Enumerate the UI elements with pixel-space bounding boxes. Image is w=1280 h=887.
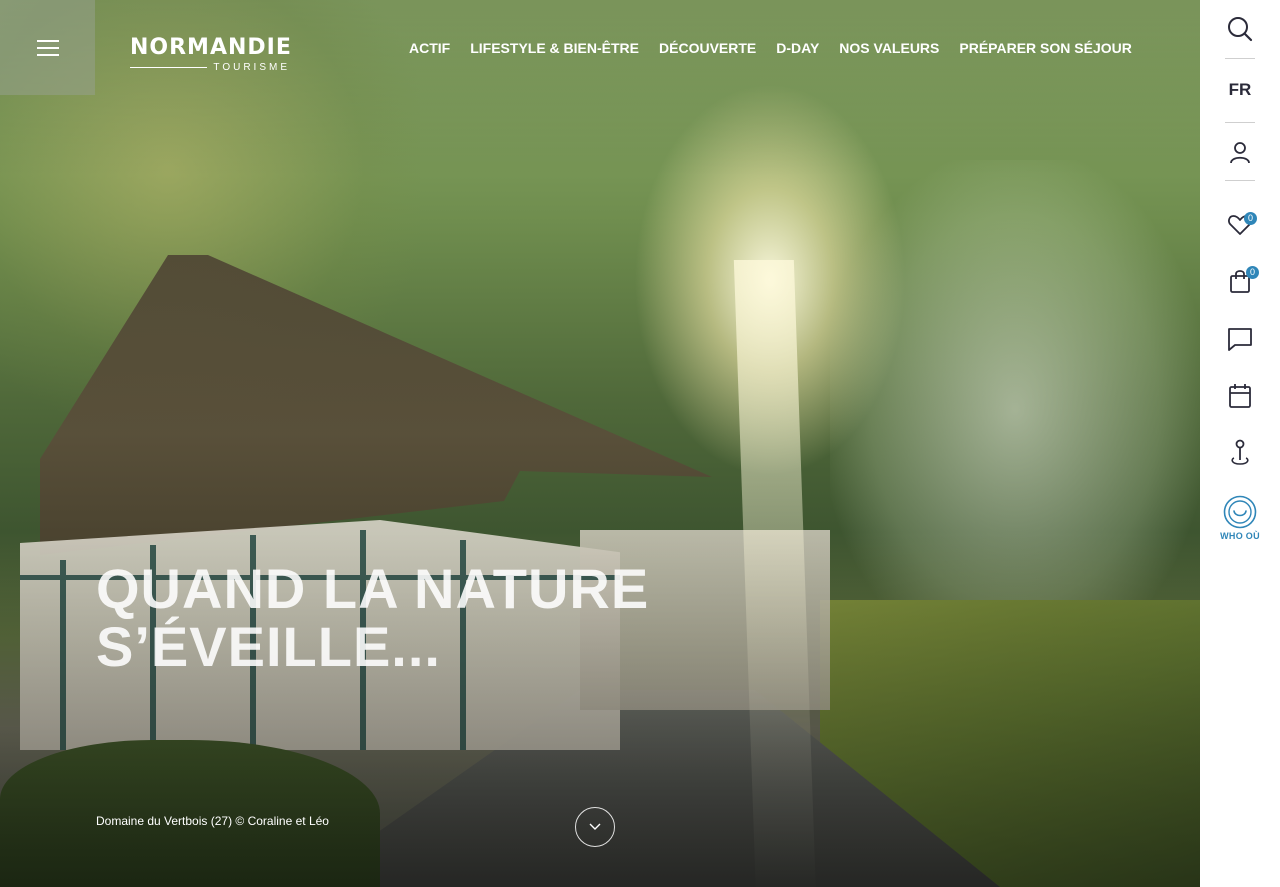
main-navigation: ACTIF LIFESTYLE & BIEN-ÊTRE DÉCOUVERTE D… bbox=[409, 40, 1132, 56]
chat-icon bbox=[1228, 328, 1252, 351]
hero-title-line2: S’ÉVEILLE... bbox=[96, 615, 441, 678]
normandie-tourisme-logo[interactable]: NORMANDIE TOURISME bbox=[130, 35, 292, 76]
logo-sub-row: TOURISME bbox=[130, 62, 290, 73]
language-selector[interactable]: FR bbox=[1200, 75, 1280, 105]
nav-item-decouverte[interactable]: DÉCOUVERTE bbox=[659, 40, 756, 56]
logo-main-text: NORMANDIE bbox=[130, 35, 292, 60]
logo-line bbox=[130, 67, 208, 68]
nav-item-nos-valeurs[interactable]: NOS VALEURS bbox=[839, 40, 939, 56]
nav-item-actif[interactable]: ACTIF bbox=[409, 40, 450, 56]
user-icon bbox=[1230, 142, 1250, 164]
separator bbox=[1225, 180, 1255, 181]
favorites-button[interactable]: 0 bbox=[1200, 208, 1280, 242]
location-button[interactable] bbox=[1200, 436, 1280, 470]
cart-count-badge: 0 bbox=[1246, 266, 1259, 279]
language-label: FR bbox=[1228, 80, 1252, 99]
hamburger-menu-icon[interactable] bbox=[36, 39, 59, 56]
whoou-icon bbox=[1223, 495, 1257, 529]
nav-item-lifestyle[interactable]: LIFESTYLE & BIEN-ÊTRE bbox=[470, 40, 639, 56]
hero-title-line1: QUAND LA NATURE bbox=[96, 557, 650, 620]
chat-button[interactable] bbox=[1200, 322, 1280, 356]
right-toolbar: FR 0 0 WHO OÙ bbox=[1200, 0, 1280, 887]
whoou-label: WHO OÙ bbox=[1220, 531, 1260, 541]
search-icon bbox=[1228, 17, 1253, 42]
nav-item-preparer-sejour[interactable]: PRÉPARER SON SÉJOUR bbox=[959, 40, 1131, 56]
cart-button[interactable]: 0 bbox=[1200, 264, 1280, 298]
separator bbox=[1225, 122, 1255, 123]
whoou-button[interactable]: WHO OÙ bbox=[1200, 492, 1280, 544]
scroll-down-button[interactable] bbox=[575, 807, 615, 847]
hero-title: QUAND LA NATURE S’ÉVEILLE... bbox=[96, 560, 649, 676]
account-button[interactable] bbox=[1200, 138, 1280, 168]
map-pin-icon bbox=[1231, 439, 1249, 465]
hero-background-image bbox=[0, 0, 1200, 887]
photo-credit: Domaine du Vertbois (27) © Coraline et L… bbox=[96, 814, 329, 828]
logo-sub-text: TOURISME bbox=[213, 62, 290, 73]
chevron-down-icon bbox=[589, 823, 601, 830]
nav-item-d-day[interactable]: D-DAY bbox=[776, 40, 819, 56]
favorites-count-badge: 0 bbox=[1244, 212, 1257, 225]
calendar-button[interactable] bbox=[1200, 379, 1280, 413]
menu-toggle[interactable] bbox=[0, 0, 95, 95]
calendar-icon bbox=[1229, 384, 1251, 408]
vignette-overlay bbox=[0, 0, 1200, 887]
search-button[interactable] bbox=[1200, 12, 1280, 46]
separator bbox=[1225, 58, 1255, 59]
